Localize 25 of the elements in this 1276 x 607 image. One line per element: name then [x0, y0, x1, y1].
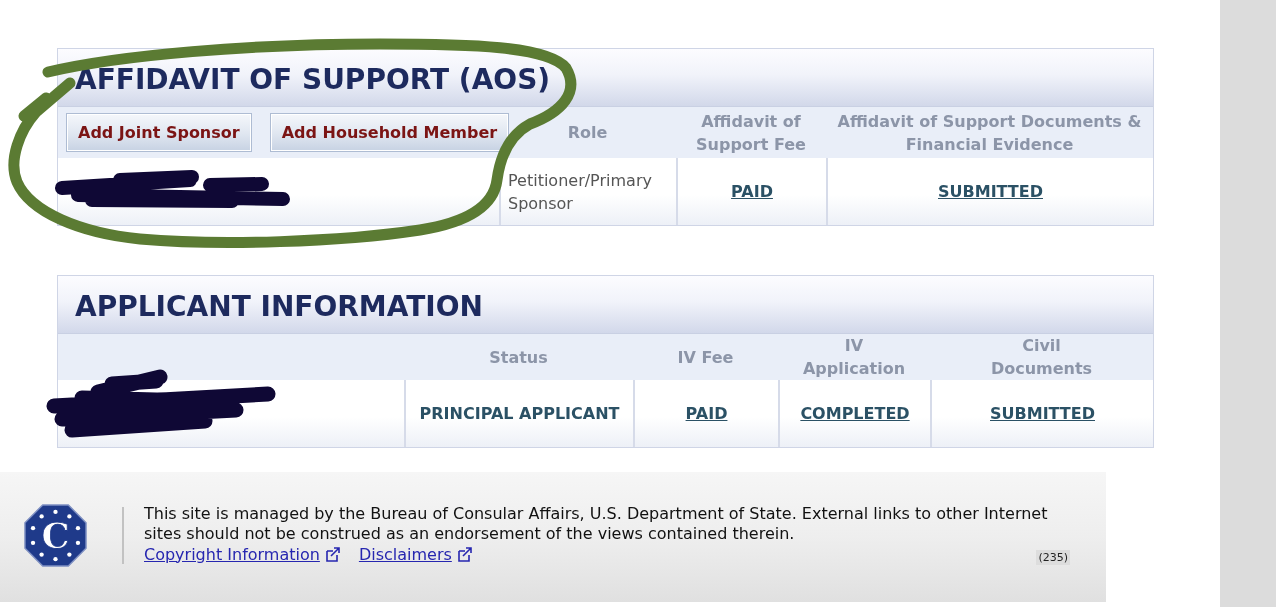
column-header: Status	[489, 346, 548, 369]
column-header: IV Application	[801, 335, 907, 380]
site-logo: C	[24, 504, 87, 567]
footer-notice: This site is managed by the Bureau of Consular Affairs, U.S. Department of State. External links to other Internet sites should not be construed as an endorsement of the views contained therein.	[144, 504, 1049, 544]
section-title: AFFIDAVIT OF SUPPORT (AOS)	[74, 62, 551, 96]
page-code: (235)	[1036, 549, 1070, 565]
status-link[interactable]: COMPLETED	[800, 404, 910, 423]
status-link[interactable]: SUBMITTED	[938, 182, 1043, 201]
footer-link[interactable]: Disclaimers	[358, 544, 452, 564]
status-link[interactable]: PAID	[731, 182, 773, 201]
footer-link[interactable]: Copyright Information	[144, 544, 320, 564]
status-text: PRINCIPAL APPLICANT	[419, 404, 620, 423]
external-link-icon	[324, 546, 341, 562]
column-header: Affidavit of Support Fee	[695, 110, 807, 156]
section-title: APPLICANT INFORMATION	[74, 289, 483, 323]
status-link[interactable]: SUBMITTED	[990, 404, 1095, 423]
column-header: IV Fee	[677, 346, 734, 369]
column-header: Role	[567, 122, 608, 144]
column-header: Civil Documents	[989, 335, 1094, 380]
external-link-icon	[456, 546, 473, 562]
action-button[interactable]: Add Household Member	[269, 113, 510, 152]
column-header: Affidavit of Support Documents & Financial Evidence	[836, 110, 1143, 156]
status-link[interactable]: PAID	[685, 404, 728, 423]
action-button[interactable]: Add Joint Sponsor	[66, 113, 252, 152]
cell-text: Petitioner/Primary Sponsor	[507, 169, 653, 215]
